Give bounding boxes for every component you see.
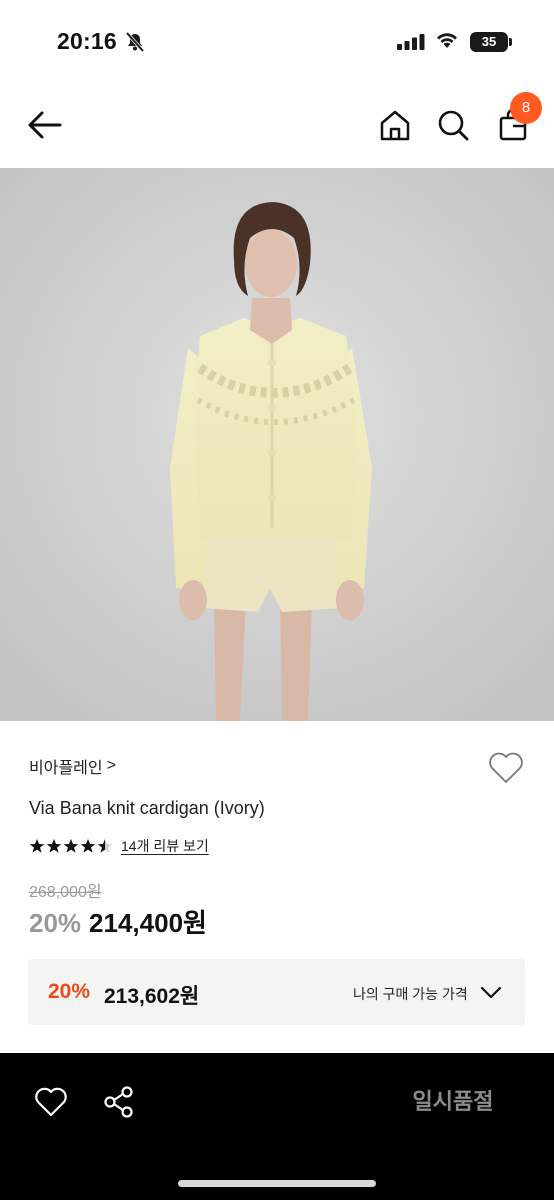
chevron-right-icon: > — [106, 757, 116, 774]
discount-rate: 20% — [29, 908, 82, 938]
my-price-discount: 20% — [48, 980, 91, 1003]
star-rating — [29, 838, 113, 854]
product-name: Via Bana knit cardigan (Ivory) — [29, 798, 265, 818]
status-bar: 20:16 35 — [0, 0, 554, 80]
app-header — [0, 80, 554, 168]
star-icon — [63, 839, 79, 853]
home-icon[interactable] — [378, 108, 412, 142]
star-icon — [46, 839, 62, 853]
soldout-button[interactable]: 일시품절 — [380, 1081, 526, 1123]
sale-price: 214,400원 — [89, 908, 207, 938]
rating-row: 14개 리뷰 보기 — [29, 836, 209, 856]
bell-off-icon — [125, 31, 145, 53]
status-time: 20:16 — [57, 28, 117, 54]
price-row: 20% 214,400원 — [29, 903, 207, 940]
my-price-value: 213,602원 — [104, 985, 200, 1008]
review-link[interactable]: 14개 리뷰 보기 — [121, 836, 209, 856]
home-indicator — [178, 1180, 376, 1187]
chevron-down-icon — [480, 986, 502, 999]
product-image[interactable] — [0, 168, 554, 721]
cart-count-badge: 8 — [510, 92, 542, 124]
wifi-icon — [437, 33, 457, 48]
signal-icon — [397, 34, 425, 50]
star-icon — [80, 839, 96, 853]
back-arrow-icon[interactable] — [26, 108, 66, 142]
bottom-action-bar: 일시품절 — [0, 1053, 554, 1200]
my-price-label: 나의 구매 가능 가격 — [353, 986, 468, 1002]
heart-icon[interactable] — [34, 1086, 68, 1118]
product-photo — [0, 168, 554, 721]
my-price-toggle[interactable]: 20% 213,602원 나의 구매 가능 가격 — [28, 959, 525, 1025]
share-icon[interactable] — [102, 1085, 136, 1119]
original-price: 268,000원 — [29, 884, 102, 901]
search-icon[interactable] — [436, 108, 470, 142]
battery-icon: 35 — [470, 32, 512, 52]
brand-name: 비아플레인 — [29, 760, 103, 777]
star-icon — [29, 839, 45, 853]
heart-icon[interactable] — [487, 750, 525, 786]
brand-link[interactable]: 비아플레인 > — [29, 754, 116, 778]
star-icon — [97, 839, 113, 853]
